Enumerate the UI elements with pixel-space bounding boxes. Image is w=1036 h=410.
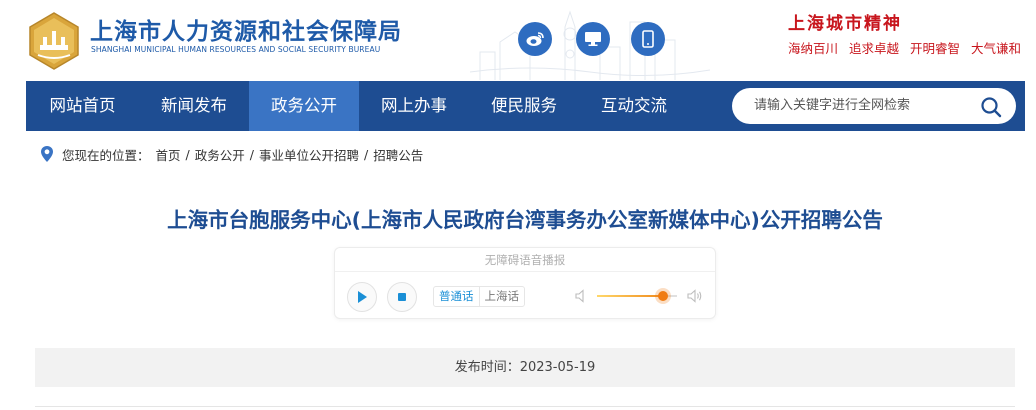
city-spirit-words: 海纳百川 追求卓越 开明睿智 大气谦和	[788, 38, 1028, 57]
volume-slider-fill	[597, 295, 663, 297]
nav-item-public-services[interactable]: 便民服务	[469, 81, 579, 131]
desktop-site-button[interactable]	[576, 22, 610, 56]
volume-slider[interactable]	[597, 291, 677, 301]
search-icon[interactable]	[980, 96, 1002, 118]
breadcrumb-home[interactable]: 首页	[156, 145, 181, 164]
spirit-word: 大气谦和	[971, 41, 1022, 56]
search-input[interactable]: 请输入关键字进行全网检索	[754, 88, 910, 124]
lang-shanghainese-option[interactable]: 上海话	[480, 287, 525, 306]
breadcrumb-prefix: 您现在的位置：	[62, 147, 150, 163]
stop-icon	[398, 293, 406, 301]
publish-label: 发布时间：	[454, 360, 520, 375]
publish-info-bar: 发布时间：2023-05-19	[35, 348, 1015, 387]
breadcrumb-separator: /	[249, 146, 254, 162]
city-spirit-title: 上海城市精神	[788, 14, 902, 34]
page: 上海市人力资源和社会保障局 SHANGHAI MUNICIPAL HUMAN R…	[0, 0, 1036, 410]
volume-slider-handle[interactable]	[658, 291, 668, 301]
weibo-icon	[526, 32, 544, 46]
stop-button[interactable]	[387, 282, 417, 312]
volume-high-icon[interactable]	[687, 289, 703, 303]
location-pin-icon	[41, 146, 53, 162]
mobile-site-button[interactable]	[631, 22, 665, 56]
site-header: 上海市人力资源和社会保障局 SHANGHAI MUNICIPAL HUMAN R…	[0, 0, 1036, 81]
spirit-word: 海纳百川	[788, 41, 839, 56]
lang-mandarin-option[interactable]: 普通话	[434, 287, 480, 306]
mobile-icon	[642, 30, 654, 48]
monitor-icon	[585, 32, 601, 46]
publish-date: 2023-05-19	[519, 360, 596, 375]
nav-item-government-affairs[interactable]: 政务公开	[249, 81, 359, 131]
nav-item-news[interactable]: 新闻发布	[139, 81, 249, 131]
volume-low-icon[interactable]	[575, 289, 587, 303]
weibo-button[interactable]	[518, 22, 552, 56]
site-search-box[interactable]: 请输入关键字进行全网检索	[732, 88, 1016, 124]
breadcrumb: 您现在的位置： 首页 / 政务公开 / 事业单位公开招聘 / 招聘公告	[40, 144, 423, 164]
spirit-word: 追求卓越	[849, 41, 900, 56]
site-subtitle: SHANGHAI MUNICIPAL HUMAN RESOURCES AND S…	[91, 45, 381, 54]
site-title[interactable]: 上海市人力资源和社会保障局	[90, 12, 402, 46]
breadcrumb-announcement[interactable]: 招聘公告	[373, 145, 423, 164]
breadcrumb-separator: /	[364, 146, 369, 162]
bureau-emblem-logo[interactable]	[24, 11, 84, 71]
main-nav: 网站首页 新闻发布 政务公开 网上办事 便民服务 互动交流 请输入关键字进行全网…	[26, 81, 1025, 131]
article-title: 上海市台胞服务中心(上海市人民政府台湾事务办公室新媒体中心)公开招聘公告	[167, 208, 883, 232]
nav-item-interaction[interactable]: 互动交流	[579, 81, 689, 131]
nav-item-home[interactable]: 网站首页	[26, 81, 139, 131]
breadcrumb-government-affairs[interactable]: 政务公开	[195, 145, 245, 164]
spirit-word: 开明睿智	[910, 41, 961, 56]
play-icon	[358, 291, 367, 303]
breadcrumb-recruitment[interactable]: 事业单位公开招聘	[259, 145, 359, 164]
player-header: 无障碍语音播报	[335, 248, 715, 272]
breadcrumb-separator: /	[185, 146, 190, 162]
audio-broadcast-player: 无障碍语音播报 普通话 上海话	[334, 247, 716, 319]
content-divider	[35, 406, 1015, 407]
play-button[interactable]	[347, 282, 377, 312]
nav-item-online-services[interactable]: 网上办事	[359, 81, 469, 131]
language-switch: 普通话 上海话	[433, 286, 525, 307]
